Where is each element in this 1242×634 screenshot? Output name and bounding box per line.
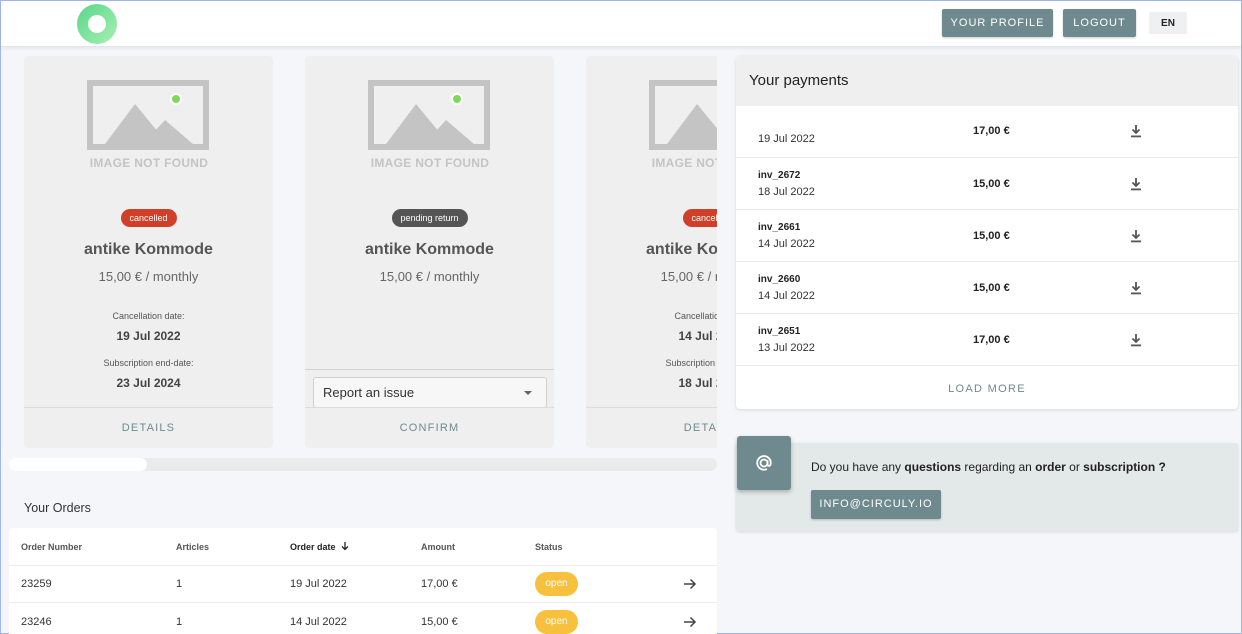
order-amount: 15,00 € [421,616,458,628]
cancellation-date-value: 14 Jul 2022 [678,329,717,343]
orders-table-header: Order Number Articles Order date Amount … [9,528,717,566]
orders-table: Order Number Articles Order date Amount … [9,528,717,634]
status-badge: cancelled [682,209,717,227]
subscription-card: IMAGE NOT FOUND cancelled antike Kommode… [586,56,717,448]
payment-date: 13 Jul 2022 [758,342,815,354]
product-title: antike Kommode [646,241,717,258]
logout-button[interactable]: LOGOUT [1063,9,1136,37]
image-not-found-text: IMAGE NOT FOUND [370,156,490,170]
download-icon[interactable] [1128,228,1144,244]
logo[interactable] [77,4,117,44]
caret-down-icon [524,391,532,395]
end-date-label: Subscription end-date: [665,358,717,368]
order-date: 14 Jul 2022 [290,616,347,628]
payment-amount: 15,00 € [973,230,1010,242]
arrow-right-icon[interactable] [682,576,698,592]
payment-amount: 17,00 € [973,334,1010,346]
payment-amount: 15,00 € [973,282,1010,294]
your-profile-button[interactable]: YOUR PROFILE [942,9,1053,37]
payment-row: inv_2651 13 Jul 2022 17,00 € [736,314,1238,366]
confirm-button[interactable]: CONFIRM [305,407,554,448]
contact-panel: Do you have any questions regarding an o… [736,436,1238,531]
column-header-articles[interactable]: Articles [176,528,209,566]
details-button[interactable]: DETAILS [24,407,273,448]
email-contact-button[interactable]: INFO@CIRCULY.IO [811,490,941,519]
end-date-label: Subscription end-date: [103,358,194,368]
column-header-order-number[interactable]: Order Number [21,528,82,566]
payment-row: inv_2660 14 Jul 2022 15,00 € [736,262,1238,314]
image-placeholder-icon: IMAGE NOT FOUND [368,80,492,170]
payments-title: Your payments [736,56,1238,106]
status-badge: open [535,610,578,634]
payment-row: inv_2661 14 Jul 2022 15,00 € [736,210,1238,262]
column-header-order-date[interactable]: Order date [290,528,350,566]
download-icon[interactable] [1128,123,1144,139]
product-title: antike Kommode [365,241,494,258]
order-amount: 17,00 € [421,578,458,590]
product-title: antike Kommode [84,241,213,258]
at-icon [737,436,791,490]
details-button[interactable]: DETAILS [586,407,717,448]
payment-row: 19 Jul 2022 17,00 € [736,106,1238,158]
cancellation-date-label: Cancellation date: [112,311,185,321]
subscriptions-carousel: IMAGE NOT FOUND cancelled antike Kommode… [1,47,717,467]
order-date: 19 Jul 2022 [290,578,347,590]
payment-amount: 15,00 € [973,178,1010,190]
column-header-order-date-label: Order date [290,542,336,552]
status-badge: cancelled [120,209,177,227]
top-bar: YOUR PROFILE LOGOUT EN [1,1,1241,47]
payment-date: 14 Jul 2022 [758,290,815,302]
report-issue-select[interactable]: Report an issue [313,377,547,408]
download-icon[interactable] [1128,176,1144,192]
load-more-button[interactable]: LOAD MORE [736,369,1238,409]
product-price: 15,00 € / monthly [660,269,717,284]
column-header-status[interactable]: Status [535,528,563,566]
order-number: 23259 [21,578,52,590]
arrow-down-icon [341,542,349,551]
cancellation-date-value: 19 Jul 2022 [116,329,181,343]
status-badge: open [535,572,578,596]
download-icon[interactable] [1128,280,1144,296]
download-icon[interactable] [1128,332,1144,348]
cancellation-date-label: Cancellation date: [674,311,717,321]
language-selector[interactable]: EN [1149,12,1187,34]
carousel-scrollbar[interactable] [9,458,717,471]
product-price: 15,00 € / monthly [379,269,480,284]
table-row[interactable]: 23259 1 19 Jul 2022 17,00 € open [9,565,717,603]
product-price: 15,00 € / monthly [98,269,199,284]
table-row[interactable]: 23246 1 14 Jul 2022 15,00 € open [9,603,717,634]
payment-amount: 17,00 € [973,125,1010,137]
column-header-amount[interactable]: Amount [421,528,455,566]
report-issue-select-value: Report an issue [323,385,415,400]
payment-date: 19 Jul 2022 [758,133,815,145]
order-articles: 1 [176,578,183,590]
contact-question: Do you have any questions regarding an o… [811,460,1166,474]
status-badge: pending return [391,209,468,227]
payments-panel: Your payments 19 Jul 2022 17,00 € inv_26… [736,56,1238,409]
subscription-card: IMAGE NOT FOUND pending return antike Ko… [305,56,554,448]
image-not-found-text: IMAGE NOT FOUND [651,156,717,170]
invoice-number: inv_2672 [758,170,801,181]
payment-row: inv_2672 18 Jul 2022 15,00 € [736,158,1238,210]
end-date-value: 18 Jul 2024 [678,376,717,390]
arrow-right-icon[interactable] [682,614,698,630]
carousel-scrollbar-thumb[interactable] [9,458,147,471]
invoice-number: inv_2651 [758,326,801,337]
order-articles: 1 [176,616,183,628]
end-date-value: 23 Jul 2024 [116,376,181,390]
orders-title: Your Orders [24,501,91,515]
invoice-number: inv_2660 [758,274,801,285]
subscription-card: IMAGE NOT FOUND cancelled antike Kommode… [24,56,273,448]
image-not-found-text: IMAGE NOT FOUND [89,156,209,170]
invoice-number: inv_2661 [758,222,801,233]
payment-date: 14 Jul 2022 [758,238,815,250]
image-placeholder-icon: IMAGE NOT FOUND [649,80,717,170]
payment-date: 18 Jul 2022 [758,186,815,198]
image-placeholder-icon: IMAGE NOT FOUND [87,80,211,170]
divider [305,369,554,370]
order-number: 23246 [21,616,52,628]
